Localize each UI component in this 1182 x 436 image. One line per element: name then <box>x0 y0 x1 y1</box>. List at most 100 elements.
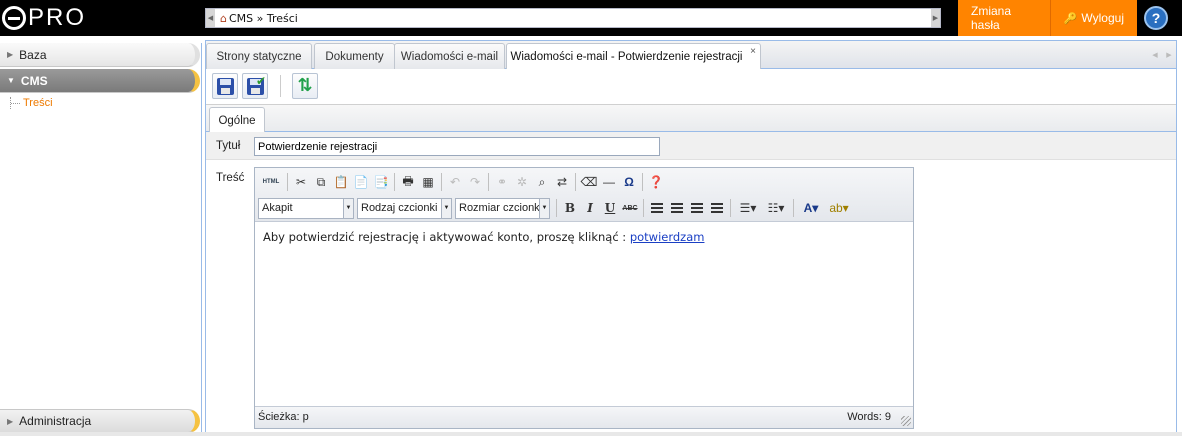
logout-link[interactable]: 🔑 Wyloguj <box>1051 0 1137 36</box>
toolbar-separator <box>394 173 395 191</box>
special-char-icon[interactable]: Ω <box>619 172 639 192</box>
tab-scroll-left-icon[interactable]: ◀ <box>1152 51 1157 59</box>
toolbar-separator <box>488 173 489 191</box>
sidebar-section-administracja[interactable]: ▶ Administracja <box>0 409 200 433</box>
sidebar-section-baza[interactable]: ▶ Baza <box>0 43 200 67</box>
print-icon[interactable]: 🖶 <box>398 172 418 192</box>
title-input[interactable] <box>254 137 660 156</box>
eraser-icon[interactable]: ⌫ <box>579 172 599 192</box>
close-tab-icon[interactable]: × <box>750 46 756 57</box>
tab-ogolne[interactable]: Ogólne <box>209 107 265 133</box>
link-icon[interactable]: ⚭ <box>492 172 512 192</box>
tab-strony-statyczne[interactable]: Strony statyczne <box>206 43 312 69</box>
tab-label: Wiadomości e-mail - Potwierdzenie rejest… <box>510 51 743 63</box>
change-password-link[interactable]: Zmiana hasła <box>958 0 1051 36</box>
element-path: Ścieżka: p <box>258 411 309 423</box>
word-count: Words: 9 <box>847 411 891 423</box>
expand-icon: ▶ <box>7 50 14 59</box>
subtab-strip: Ogólne <box>206 105 1176 133</box>
strikethrough-button[interactable]: ABC <box>620 198 640 218</box>
title-row: Tytuł <box>206 132 1176 160</box>
top-bar: PRO ◀ ⌂ CMS » Treści ▶ Zmiana hasła 🔑 Wyl… <box>0 0 1182 36</box>
paste-text-icon[interactable]: 📄 <box>351 172 371 192</box>
breadcrumb: ◀ ⌂ CMS » Treści ▶ <box>205 8 941 28</box>
select-value: Rodzaj czcionki <box>361 202 438 214</box>
logo-text: PRO <box>28 4 87 31</box>
toolbar-separator <box>287 173 288 191</box>
save-button[interactable] <box>212 73 238 99</box>
help-circle-icon[interactable]: ❓ <box>646 172 666 192</box>
chevron-down-icon: ▼ <box>343 198 353 218</box>
copy-icon[interactable]: ⧉ <box>311 172 331 192</box>
editor-toolbar-row-2: Akapit ▼ Rodzaj czcionki ▼ Rozmiar czcionk… <box>258 196 853 220</box>
tab-potwierdzenie-rejestracji[interactable]: Wiadomości e-mail - Potwierdzenie rejest… <box>506 43 761 70</box>
chevron-down-icon: ▼ <box>539 198 549 218</box>
editor-content[interactable]: Aby potwierdzić rejestrację i aktywować … <box>255 222 913 406</box>
italic-button[interactable]: I <box>580 198 600 218</box>
save-and-close-button[interactable]: ✔ <box>242 73 268 99</box>
rich-text-editor: HTML ✂ ⧉ 📋 📄 📑 🖶 ▦ ↶ ↷ ⚭ ✲ ⌕ ⇄ ⌫ — Ω ❓ A… <box>254 167 914 429</box>
align-left-icon[interactable] <box>647 198 667 218</box>
unlink-icon[interactable]: ✲ <box>512 172 532 192</box>
sidebar: ▶ Baza ▼ CMS Treści ▶ Administracja <box>0 43 202 436</box>
logo-e-icon <box>2 6 26 30</box>
toolbar-separator <box>575 173 576 191</box>
horizontal-rule-icon[interactable]: — <box>599 172 619 192</box>
bullet-list-icon[interactable]: ☷▾ <box>762 198 790 218</box>
paste-icon[interactable]: 📋 <box>331 172 351 192</box>
sidebar-section-cms[interactable]: ▼ CMS <box>0 69 200 93</box>
content-text: Aby potwierdzić rejestrację i aktywować … <box>263 230 630 244</box>
paste-word-icon[interactable]: 📑 <box>371 172 391 192</box>
replace-icon[interactable]: ⇄ <box>552 172 572 192</box>
highlight-color-icon[interactable]: ab▾ <box>825 198 853 218</box>
content-label: Treść <box>216 172 245 184</box>
resize-grip-icon[interactable] <box>901 416 911 426</box>
find-icon[interactable]: ⌕ <box>532 172 552 192</box>
refresh-icon: ⇅ <box>297 75 313 96</box>
editor-toolbar-row-1: HTML ✂ ⧉ 📋 📄 📑 🖶 ▦ ↶ ↷ ⚭ ✲ ⌕ ⇄ ⌫ — Ω ❓ <box>258 170 666 194</box>
undo-icon[interactable]: ↶ <box>445 172 465 192</box>
tab-scroll-right-icon[interactable]: ▶ <box>1166 51 1171 59</box>
toolbar-separator <box>642 173 643 191</box>
sidebar-item-tresci[interactable]: Treści <box>10 97 53 109</box>
paragraph-format-select[interactable]: Akapit ▼ <box>258 197 354 219</box>
home-icon[interactable]: ⌂ <box>220 12 227 25</box>
select-value: Rozmiar czcionki <box>459 202 543 214</box>
refresh-button[interactable]: ⇅ <box>292 73 318 99</box>
sidebar-section-label: Baza <box>19 47 47 62</box>
logout-label: Wyloguj <box>1081 11 1124 25</box>
preview-icon[interactable]: ▦ <box>418 172 438 192</box>
tab-dokumenty[interactable]: Dokumenty <box>314 43 395 69</box>
bold-button[interactable]: B <box>560 198 580 218</box>
select-value: Akapit <box>262 202 293 214</box>
app-logo[interactable]: PRO <box>2 4 87 31</box>
breadcrumb-scroll-right-icon[interactable]: ▶ <box>931 9 940 27</box>
key-icon: 🔑 <box>1063 12 1078 25</box>
align-right-icon[interactable] <box>687 198 707 218</box>
toolbar-separator <box>643 199 644 217</box>
redo-icon[interactable]: ↷ <box>465 172 485 192</box>
breadcrumb-text[interactable]: CMS » Treści <box>229 12 298 25</box>
help-icon[interactable]: ? <box>1144 6 1168 30</box>
tab-wiadomosci-email[interactable]: Wiadomości e-mail <box>394 43 505 69</box>
breadcrumb-scroll-left-icon[interactable]: ◀ <box>206 9 215 27</box>
font-family-select[interactable]: Rodzaj czcionki ▼ <box>357 197 452 219</box>
html-source-button[interactable]: HTML <box>258 172 284 192</box>
user-nav: Zmiana hasła 🔑 Wyloguj <box>958 0 1137 36</box>
align-justify-icon[interactable] <box>707 198 727 218</box>
toolbar-separator <box>730 199 731 217</box>
align-center-icon[interactable] <box>667 198 687 218</box>
toolbar-separator <box>556 199 557 217</box>
action-toolbar: ✔ ⇅ <box>206 69 1176 105</box>
sidebar-section-label: CMS <box>20 73 48 88</box>
check-icon: ✔ <box>255 74 266 88</box>
confirm-link[interactable]: potwierdzam <box>630 230 705 244</box>
tab-scroller: ◀ ▶ <box>1148 43 1176 67</box>
editor-statusbar: Ścieżka: p Words: 9 <box>255 406 913 428</box>
toolbar-separator <box>441 173 442 191</box>
underline-button[interactable]: U <box>600 198 620 218</box>
cut-icon[interactable]: ✂ <box>291 172 311 192</box>
numbered-list-icon[interactable]: ☰▾ <box>734 198 762 218</box>
font-size-select[interactable]: Rozmiar czcionki ▼ <box>455 197 550 219</box>
text-color-icon[interactable]: A▾ <box>797 198 825 218</box>
